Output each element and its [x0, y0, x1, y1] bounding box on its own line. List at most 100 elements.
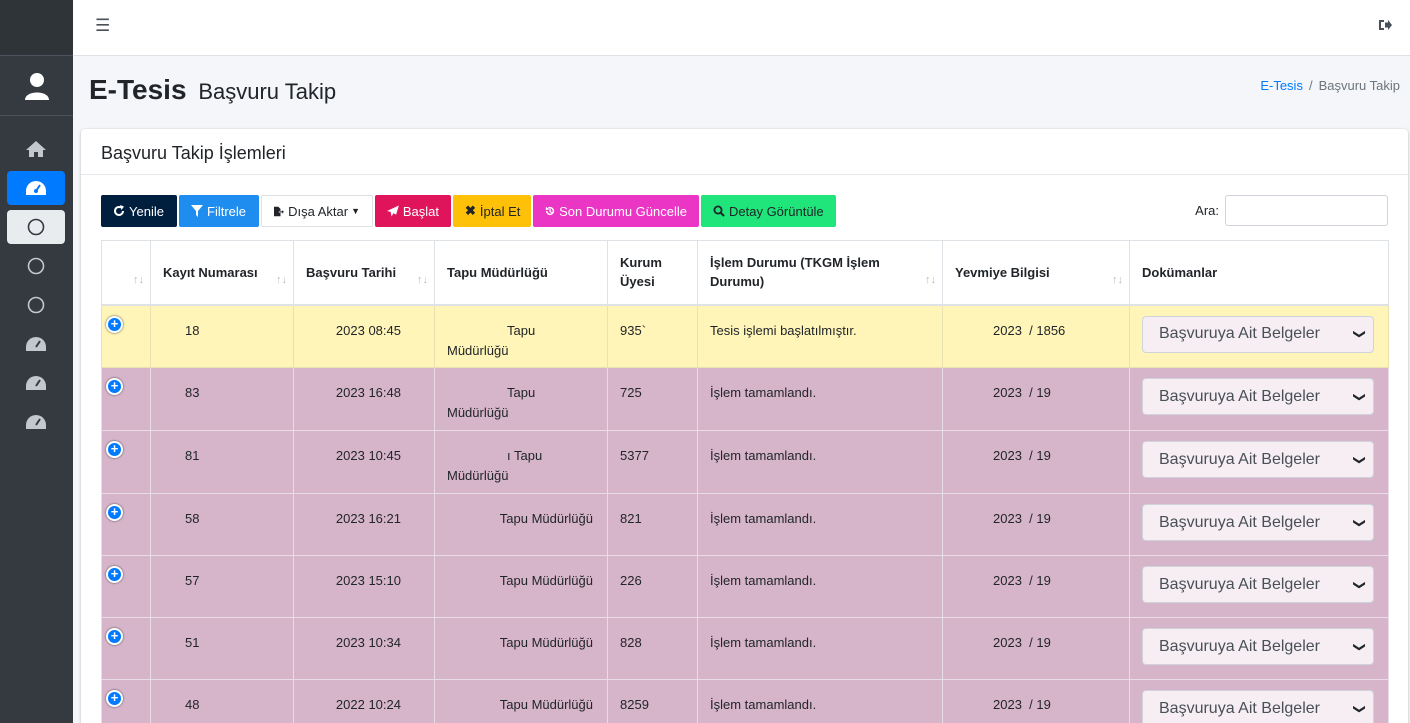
yevmiye-cell: 2023 / 19	[942, 367, 1130, 431]
column-header-label: Yevmiye Bilgisi	[955, 264, 1050, 280]
sidebar-item-dashboard[interactable]	[7, 171, 65, 205]
documents-select-value: Başvuruya Ait Belgeler	[1159, 637, 1320, 655]
hamburger-icon[interactable]: ☰	[95, 16, 110, 36]
page-subtitle: Başvuru Takip	[198, 79, 337, 104]
documents-select[interactable]: Başvuruya Ait Belgeler ❯	[1142, 441, 1374, 478]
chevron-down-icon: ❯	[1352, 454, 1367, 465]
cancel-button[interactable]: ✖ İptal Et	[453, 195, 531, 227]
caret-down-icon: ▼	[351, 206, 360, 216]
view-detail-button[interactable]: Detay Görüntüle	[701, 195, 836, 227]
sort-icon: ↑↓	[276, 273, 287, 286]
table-row[interactable]: +48 2022 10:24 Tapu Müdürlüğü 8259 İşlem tam…	[101, 679, 1389, 723]
kayit-cell: 51	[150, 617, 294, 680]
expand-cell[interactable]: +	[101, 493, 151, 556]
table-search: Ara:	[1195, 195, 1388, 226]
documents-select[interactable]: Başvuruya Ait Belgeler ❯	[1142, 566, 1374, 603]
documents-select[interactable]: Başvuruya Ait Belgeler ❯	[1142, 628, 1374, 665]
expand-row-icon[interactable]: +	[106, 504, 123, 521]
table-row[interactable]: +18 2023 08:45 Tapu Müdürlüğü 935` Tesis işle…	[101, 304, 1389, 368]
tachometer-icon	[26, 376, 46, 390]
sort-icon: ↑↓	[1112, 273, 1123, 286]
sign-out-icon[interactable]	[1378, 18, 1392, 36]
chevron-down-icon: ❯	[1352, 579, 1367, 590]
expand-row-icon[interactable]: +	[106, 315, 123, 333]
expand-row-icon[interactable]: +	[106, 378, 123, 395]
tapu-cell: Tapu Müdürlüğü	[434, 617, 608, 680]
card-title: Başvuru Takip İşlemleri	[81, 129, 1408, 175]
documents-select[interactable]: Başvuruya Ait Belgeler ❯	[1142, 315, 1374, 353]
filter-button[interactable]: Filtrele	[179, 195, 259, 227]
yevmiye-cell: 2023 / 19	[942, 555, 1130, 618]
sidebar-item-gauge-2[interactable]	[7, 366, 65, 400]
sidebar-item-gauge-1[interactable]	[7, 327, 65, 361]
column-header-kayit[interactable]: Kayıt Numarası ↑↓	[150, 240, 294, 306]
table-row[interactable]: +57 2023 15:10 Tapu Müdürlüğü 226 İşlem tama…	[101, 555, 1389, 618]
documents-select[interactable]: Başvuruya Ait Belgeler ❯	[1142, 690, 1374, 723]
tapu-cell: Tapu Müdürlüğü	[434, 304, 608, 368]
durum-cell: İşlem tamamlandı.	[697, 367, 943, 431]
export-dropdown-button[interactable]: Dışa Aktar ▼	[261, 195, 373, 227]
sidebar-item-gauge-3[interactable]	[7, 405, 65, 439]
sidebar-item-circle-1[interactable]	[7, 210, 65, 244]
kayit-cell: 58	[150, 493, 294, 556]
table-row[interactable]: +81 2023 10:45 ı Tapu Müdürlüğü 5377 İşlem ta…	[101, 430, 1389, 494]
tapu-cell: ı Tapu Müdürlüğü	[434, 430, 608, 494]
start-button-label: Başlat	[402, 203, 439, 219]
start-button[interactable]: Başlat	[375, 195, 451, 227]
sidebar-item-circle-3[interactable]	[7, 288, 65, 322]
documents-select-value: Başvuruya Ait Belgeler	[1159, 387, 1320, 405]
expand-cell[interactable]: +	[101, 617, 151, 680]
paper-plane-icon	[387, 205, 399, 217]
expand-row-icon[interactable]: +	[106, 628, 123, 645]
table-row[interactable]: +83 2023 16:48 Tapu Müdürlüğü 725 İşlem tamam…	[101, 367, 1389, 431]
file-export-icon	[274, 206, 285, 216]
documents-select[interactable]: Başvuruya Ait Belgeler ❯	[1142, 378, 1374, 415]
kurum-cell: 935`	[607, 304, 698, 368]
table-row[interactable]: +58 2023 16:21 Tapu Müdürlüğü 821 İşlem tama…	[101, 493, 1389, 556]
tarih-cell: 2023 16:48	[293, 367, 435, 431]
expand-cell[interactable]: +	[101, 430, 151, 494]
durum-cell: İşlem tamamlandı.	[697, 679, 943, 723]
expand-cell[interactable]: +	[101, 555, 151, 618]
expand-cell[interactable]: +	[101, 367, 151, 431]
expand-cell[interactable]: +	[101, 304, 151, 368]
history-icon	[545, 206, 555, 216]
expand-row-icon[interactable]: +	[106, 441, 123, 458]
refresh-button[interactable]: Yenile	[101, 195, 177, 227]
sidebar-item-circle-2[interactable]	[7, 249, 65, 283]
kurum-cell: 821	[607, 493, 698, 556]
column-header-tarih[interactable]: Başvuru Tarihi ↑↓	[293, 240, 435, 306]
documents-select-value: Başvuruya Ait Belgeler	[1159, 513, 1320, 531]
chevron-down-icon: ❯	[1352, 641, 1367, 652]
documents-select-value: Başvuruya Ait Belgeler	[1159, 325, 1320, 342]
expand-row-icon[interactable]: +	[106, 690, 123, 707]
column-header-expand[interactable]: ↑↓	[101, 240, 151, 306]
export-button-label: Dışa Aktar	[288, 203, 349, 219]
dokuman-cell: Başvuruya Ait Belgeler ❯	[1129, 617, 1389, 680]
update-status-button[interactable]: Son Durumu Güncelle	[533, 195, 699, 227]
dokuman-cell: Başvuruya Ait Belgeler ❯	[1129, 679, 1389, 723]
column-header-tapu[interactable]: Tapu Müdürlüğü	[434, 240, 608, 306]
kayit-cell: 18	[150, 304, 294, 368]
column-header-durum[interactable]: İşlem Durumu (TKGM İşlem Durumu) ↑↓	[697, 240, 943, 306]
tapu-line-1: ı Tapu	[507, 448, 543, 463]
tachometer-icon	[26, 337, 46, 351]
documents-select[interactable]: Başvuruya Ait Belgeler ❯	[1142, 504, 1374, 541]
search-input[interactable]	[1225, 195, 1388, 226]
applications-table: ↑↓ Kayıt Numarası ↑↓ Başvuru Tarihi ↑↓ Tap…	[101, 240, 1389, 723]
expand-row-icon[interactable]: +	[106, 566, 123, 583]
column-header-dokuman[interactable]: Dokümanlar	[1129, 240, 1389, 306]
dokuman-cell: Başvuruya Ait Belgeler ❯	[1129, 555, 1389, 618]
sidebar-item-home[interactable]	[7, 132, 65, 166]
durum-cell: İşlem tamamlandı.	[697, 617, 943, 680]
user-avatar[interactable]	[0, 56, 73, 116]
breadcrumb-home[interactable]: E-Tesis	[1260, 78, 1303, 93]
documents-select-value: Başvuruya Ait Belgeler	[1159, 450, 1320, 468]
column-header-yevmiye[interactable]: Yevmiye Bilgisi ↑↓	[942, 240, 1130, 306]
expand-cell[interactable]: +	[101, 679, 151, 723]
yevmiye-cell: 2023 / 19	[942, 493, 1130, 556]
column-header-kurum[interactable]: Kurum Üyesi	[607, 240, 698, 306]
table-row[interactable]: +51 2023 10:34 Tapu Müdürlüğü 828 İşlem tama…	[101, 617, 1389, 680]
breadcrumb: E-Tesis / Başvuru Takip	[1260, 78, 1400, 93]
application-tracking-card: Başvuru Takip İşlemleri Yenile Filtrele …	[81, 129, 1408, 723]
